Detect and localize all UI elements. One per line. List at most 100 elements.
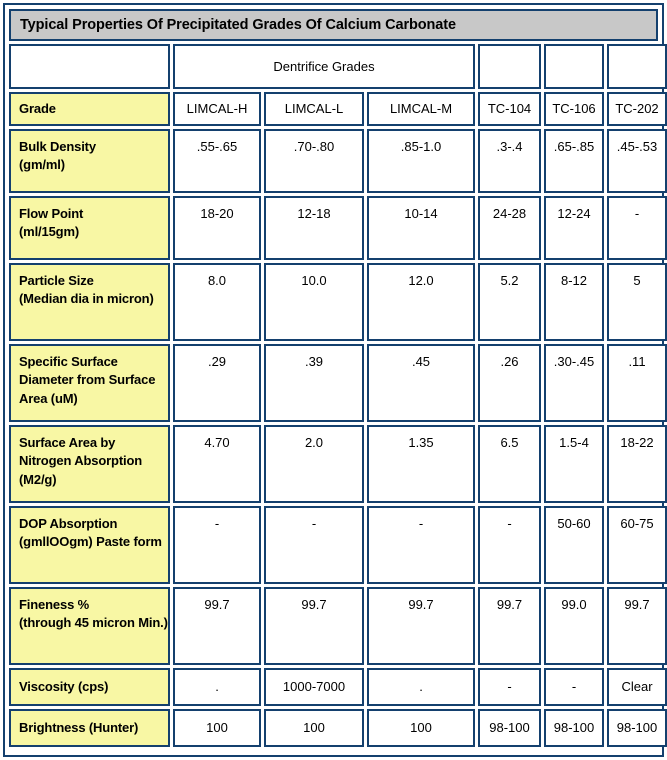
table-cell: 5.2 bbox=[478, 263, 541, 341]
table-cell: .29 bbox=[173, 344, 261, 422]
table-cell: 1000-7000 bbox=[264, 668, 364, 706]
row-property-name: Fineness % bbox=[19, 597, 90, 612]
table-cell: - bbox=[478, 668, 541, 706]
row-property-name: Specific Surface Diameter from Surface A… bbox=[19, 354, 156, 406]
table-cell: .3-.4 bbox=[478, 129, 541, 193]
table-sheet: Typical Properties Of Precipitated Grade… bbox=[0, 0, 667, 760]
table-row: Bulk Density (gm/ml) .55-.65 .70-.80 .85… bbox=[9, 129, 667, 193]
table-cell: Clear bbox=[607, 668, 667, 706]
table-row: Particle Size (Median dia in micron) 8.0… bbox=[9, 263, 667, 341]
table-cell: .65-.85 bbox=[544, 129, 604, 193]
row-property-unit: (gmllOOgm) Paste form bbox=[19, 534, 162, 550]
table-cell: .39 bbox=[264, 344, 364, 422]
row-label-specific-surface-diameter: Specific Surface Diameter from Surface A… bbox=[9, 344, 170, 422]
group-header-blank-tc202 bbox=[607, 44, 667, 89]
table-cell: 98-100 bbox=[478, 709, 541, 747]
table-cell: 1.5-4 bbox=[544, 425, 604, 503]
table-cell: 12-18 bbox=[264, 196, 364, 260]
row-property-name: Particle Size bbox=[19, 273, 94, 288]
row-label-bulk-density: Bulk Density (gm/ml) bbox=[9, 129, 170, 193]
table-cell: 5 bbox=[607, 263, 667, 341]
table-cell: 10.0 bbox=[264, 263, 364, 341]
table-cell: 60-75 bbox=[607, 506, 667, 584]
row-property-unit: (cps) bbox=[77, 678, 109, 694]
table-row-group-header: Dentrifice Grades bbox=[9, 44, 667, 89]
table-cell: - bbox=[544, 668, 604, 706]
table-cell: .30-.45 bbox=[544, 344, 604, 422]
table-row: Specific Surface Diameter from Surface A… bbox=[9, 344, 667, 422]
table-cell: 2.0 bbox=[264, 425, 364, 503]
row-label-fineness: Fineness % (through 45 micron Min.) bbox=[9, 587, 170, 665]
row-label-flow-point: Flow Point (ml/15gm) bbox=[9, 196, 170, 260]
row-property-unit: (through 45 micron Min.) bbox=[19, 615, 168, 631]
table-cell: 4.70 bbox=[173, 425, 261, 503]
row-property-unit: (M2/g) bbox=[19, 471, 57, 487]
table-cell: . bbox=[367, 668, 475, 706]
column-header-property: Grade bbox=[9, 92, 170, 126]
row-property-unit: (Median dia in micron) bbox=[19, 291, 154, 307]
table-row: Flow Point (ml/15gm) 18-20 12-18 10-14 2… bbox=[9, 196, 667, 260]
table-cell: 1.35 bbox=[367, 425, 475, 503]
table-row: DOP Absorption (gmllOOgm) Paste form - -… bbox=[9, 506, 667, 584]
table-cell: 6.5 bbox=[478, 425, 541, 503]
row-label-viscosity: Viscosity (cps) bbox=[9, 668, 170, 706]
table-row: Surface Area by Nitrogen Absorption (M2/… bbox=[9, 425, 667, 503]
table-row: Brightness (Hunter) 100 100 100 98-100 9… bbox=[9, 709, 667, 747]
row-property-name: Viscosity bbox=[19, 678, 75, 694]
row-property-unit: (uM) bbox=[50, 390, 78, 406]
table-cell: 8.0 bbox=[173, 263, 261, 341]
row-property-name: Flow Point bbox=[19, 206, 84, 221]
table-cell: 18-22 bbox=[607, 425, 667, 503]
row-property-name: DOP Absorption bbox=[19, 516, 118, 531]
properties-table: Typical Properties Of Precipitated Grade… bbox=[9, 9, 667, 751]
column-header-limcal-h: LIMCAL-H bbox=[173, 92, 261, 126]
table-cell: 100 bbox=[367, 709, 475, 747]
table-cell: 24-28 bbox=[478, 196, 541, 260]
table-cell: 18-20 bbox=[173, 196, 261, 260]
table-cell: 99.7 bbox=[264, 587, 364, 665]
row-label-brightness: Brightness (Hunter) bbox=[9, 709, 170, 747]
group-header-dentrifice-grades: Dentrifice Grades bbox=[173, 44, 475, 89]
table-cell: 12.0 bbox=[367, 263, 475, 341]
column-header-limcal-l: LIMCAL-L bbox=[264, 92, 364, 126]
table-cell: 98-100 bbox=[607, 709, 667, 747]
table-title: Typical Properties Of Precipitated Grade… bbox=[9, 9, 658, 41]
column-header-tc-104: TC-104 bbox=[478, 92, 541, 126]
row-property-name: Surface Area by Nitrogen Absorption bbox=[19, 435, 143, 469]
table-cell: .45 bbox=[367, 344, 475, 422]
row-property-unit: (ml/15gm) bbox=[19, 224, 80, 240]
table-cell: 50-60 bbox=[544, 506, 604, 584]
table-cell: . bbox=[173, 668, 261, 706]
table-cell: 99.7 bbox=[607, 587, 667, 665]
table-cell: - bbox=[367, 506, 475, 584]
table-cell: 99.7 bbox=[478, 587, 541, 665]
row-property-name: Bulk Density bbox=[19, 139, 96, 154]
group-header-blank-tc104 bbox=[478, 44, 541, 89]
row-property-unit: (Hunter) bbox=[88, 719, 139, 735]
table-cell: - bbox=[173, 506, 261, 584]
table-cell: .26 bbox=[478, 344, 541, 422]
table-grid: Dentrifice Grades Grade LIMCAL-H LIMCAL-… bbox=[9, 44, 667, 747]
table-row-grade-header: Grade LIMCAL-H LIMCAL-L LIMCAL-M TC-104 … bbox=[9, 92, 667, 126]
table-cell: 10-14 bbox=[367, 196, 475, 260]
table-row: Fineness % (through 45 micron Min.) 99.7… bbox=[9, 587, 667, 665]
column-header-limcal-m: LIMCAL-M bbox=[367, 92, 475, 126]
table-cell: - bbox=[478, 506, 541, 584]
table-cell: 100 bbox=[264, 709, 364, 747]
table-cell: .45-.53 bbox=[607, 129, 667, 193]
table-cell: .55-.65 bbox=[173, 129, 261, 193]
row-label-dop-absorption: DOP Absorption (gmllOOgm) Paste form bbox=[9, 506, 170, 584]
table-cell: 8-12 bbox=[544, 263, 604, 341]
table-cell: .11 bbox=[607, 344, 667, 422]
row-property-name: Brightness bbox=[19, 719, 86, 735]
table-cell: 100 bbox=[173, 709, 261, 747]
table-cell: .85-1.0 bbox=[367, 129, 475, 193]
row-label-surface-area-nitrogen: Surface Area by Nitrogen Absorption (M2/… bbox=[9, 425, 170, 503]
column-header-tc-202: TC-202 bbox=[607, 92, 667, 126]
table-cell: - bbox=[264, 506, 364, 584]
table-cell: 98-100 bbox=[544, 709, 604, 747]
group-header-blank-label bbox=[9, 44, 170, 89]
row-property-unit: (gm/ml) bbox=[19, 157, 65, 173]
table-cell: - bbox=[607, 196, 667, 260]
table-cell: 99.7 bbox=[173, 587, 261, 665]
